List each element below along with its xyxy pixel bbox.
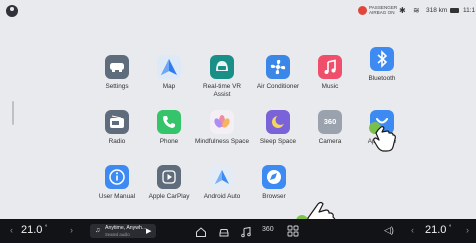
vr-assist-icon [210,55,234,79]
app-music[interactable]: Music [302,55,358,91]
app-label: Settings [105,83,129,90]
home-icon[interactable] [195,225,207,243]
app-map[interactable]: Map [141,55,197,91]
left-temp-up-button[interactable]: › [70,225,73,235]
bottom-dock: ‹ 21.0 ° › ♫ Anytime, Anywh... Seated au… [0,219,476,243]
android-auto-icon [210,165,234,189]
side-drawer-handle[interactable] [12,101,14,125]
app-sleep-space[interactable]: Sleep Space [250,110,306,146]
bluetooth-icon [370,47,394,71]
app-camera[interactable]: 360 Camera [302,110,358,146]
app-user-manual[interactable]: User Manual [89,165,145,201]
music-icon[interactable] [240,225,252,243]
hand-cursor-icon [369,121,399,160]
right-temp-up-button[interactable]: › [466,225,469,235]
airbag-line2: AIRBAG ON [369,10,395,15]
carplay-icon [157,165,181,189]
app-label: Music [321,83,339,90]
app-label: User Manual [98,193,136,200]
range-readout: 318 km [426,7,448,14]
app-grid-icon[interactable] [287,224,299,242]
status-bar: PASSENGER AIRBAG ON ✱ ≋ 318 km 11:1 [0,0,476,24]
right-degree: ° [449,225,452,231]
app-label: Android Auto [203,193,241,200]
radio-icon [105,110,129,134]
battery-icon [450,8,459,13]
app-label: Phone [159,138,179,145]
fan-icon [266,55,290,79]
vehicle-icon[interactable] [218,225,230,243]
app-browser[interactable]: Browser [246,165,302,201]
phone-icon [157,110,181,134]
clock: 11:1 [463,7,476,14]
media-title: Anytime, Anywh... [105,225,147,231]
left-temperature: 21.0 [21,224,43,236]
app-label: Map [162,83,176,90]
airbag-icon [358,6,367,15]
airbag-status: PASSENGER AIRBAG ON [369,5,399,15]
map-icon [157,55,181,79]
app-label: Sleep Space [259,138,297,145]
info-icon [105,165,129,189]
music-note-icon: ♫ [95,227,101,234]
left-degree: ° [45,225,48,231]
app-label: Apple CarPlay [148,193,190,200]
app-label: Real-time VR Assist [203,83,241,98]
wifi-icon: ≋ [413,6,420,15]
lotus-icon [210,110,234,134]
app-apple-carplay[interactable]: Apple CarPlay [141,165,197,201]
app-label: Browser [262,193,286,200]
play-icon[interactable]: ▶ [146,227,151,235]
app-settings[interactable]: Settings [89,55,145,91]
app-air-conditioner[interactable]: Air Conditioner [250,55,306,91]
volume-icon[interactable]: ◁) [384,225,394,236]
home-screen: PASSENGER AIRBAG ON ✱ ≋ 318 km 11:1 Sett… [0,0,476,243]
camera-360-dock-icon[interactable]: 360 [262,226,274,233]
app-real-time-vr-assist[interactable]: Real-time VR Assist [194,55,250,98]
app-android-auto[interactable]: Android Auto [194,165,250,201]
app-label: Radio [108,138,126,145]
app-phone[interactable]: Phone [141,110,197,146]
bluetooth-status-icon: ✱ [399,6,406,15]
moon-icon [266,110,290,134]
camera-360-glyph: 360 [323,117,337,126]
camera-360-icon: 360 [318,110,342,134]
right-temp-down-button[interactable]: ‹ [411,225,414,235]
profile-icon[interactable] [6,5,18,17]
app-radio[interactable]: Radio [89,110,145,146]
settings-icon [105,55,129,79]
app-label: Air Conditioner [256,83,300,90]
left-temp-down-button[interactable]: ‹ [10,225,13,235]
app-mindfulness-space[interactable]: Mindfulness Space [194,110,250,146]
app-label: Camera [318,138,342,145]
media-subtitle: Seated audio [105,232,130,237]
app-label: Bluetooth [368,75,396,82]
app-label: Mindfulness Space [195,138,249,145]
music-icon [318,55,342,79]
app-bluetooth[interactable]: Bluetooth [354,47,410,83]
browser-icon [262,165,286,189]
media-player[interactable]: ♫ Anytime, Anywh... Seated audio ▶ [90,224,156,238]
right-temperature: 21.0 [425,224,447,236]
